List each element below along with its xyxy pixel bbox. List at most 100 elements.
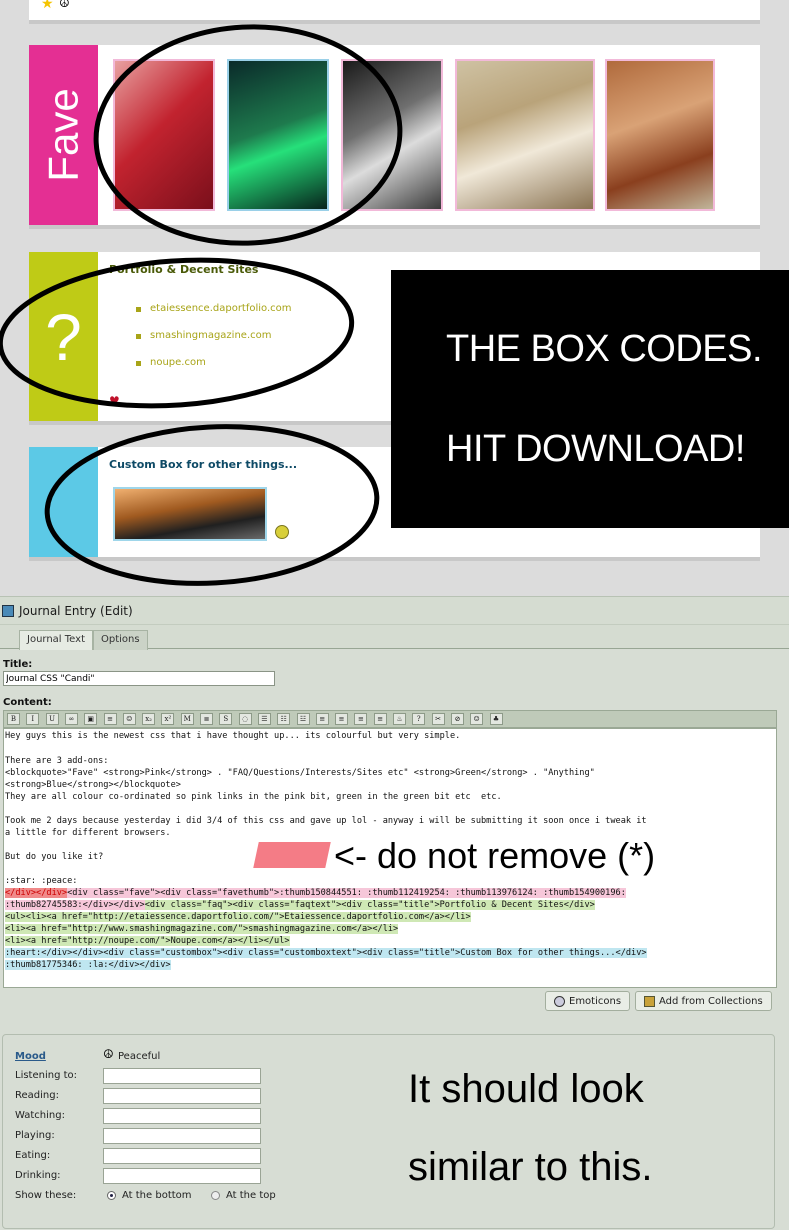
tab-journal-text[interactable]: Journal Text (19, 630, 93, 650)
text-line-9: a little for different browsers. (5, 828, 171, 838)
code-line-3: <ul><li><a href="http://etaiessence.dapo… (5, 912, 471, 923)
toolbar-button-15[interactable]: ☷ (277, 713, 291, 725)
faq-symbol: ? (45, 299, 82, 374)
content-textarea[interactable]: Hey guys this is the newest css that i h… (3, 728, 777, 988)
toolbar-button-12[interactable]: S (219, 713, 233, 725)
fave-code-end: :thumb82745583:</div></div> (5, 900, 145, 910)
toolbar-button-13[interactable]: ◌ (238, 713, 252, 725)
format-toolbar: B I U ∞ ▣ ≡ ☺ x₂ x² M ≣ S ◌ ☰ ☷ ☳ ≡ ≡ ≡ ≡ ♨? ✂ ⊘ ☺ ♣ (3, 710, 777, 728)
thumbnail-1[interactable] (113, 59, 215, 211)
toolbar-button-22[interactable]: ? (412, 713, 426, 725)
toolbar-button-17[interactable]: ≡ (315, 713, 329, 725)
toolbar-button-18[interactable]: ≡ (335, 713, 349, 725)
toolbar-button-14[interactable]: ☰ (257, 713, 271, 725)
instruction-overlay: THE BOX CODES. HIT DOWNLOAD! (391, 270, 789, 528)
toolbar-button-7[interactable]: ☺ (122, 713, 136, 725)
field-label-drinking: Drinking: (15, 1170, 61, 1181)
toolbar-button-20[interactable]: ≡ (373, 713, 387, 725)
note-line-1: It should look (408, 1067, 644, 1111)
fave-code: <div class="fave"><div class="favethumb"… (67, 888, 626, 898)
toolbar-button-26[interactable]: ♣ (489, 713, 503, 725)
fave-label: Fave (39, 88, 87, 182)
radio-bottom[interactable] (107, 1191, 116, 1200)
field-label-playing: Playing: (15, 1130, 55, 1141)
faq-link-1-code: <ul><li><a href="http://etaiessence.dapo… (5, 912, 471, 922)
watching-input[interactable] (103, 1108, 261, 1124)
custom-tab (29, 447, 98, 557)
text-line-4: <blockquote>"Fave" <strong>Pink</strong>… (5, 768, 595, 778)
text-line-1: Hey guys this is the newest css that i h… (5, 731, 461, 741)
star-icon: ★ (41, 0, 54, 12)
toolbar-button-6[interactable]: ≡ (103, 713, 117, 725)
radio-dot (110, 1194, 113, 1197)
tab-options[interactable]: Options (93, 630, 148, 650)
mood-peace-icon: ☮ (103, 1047, 114, 1061)
code-line-2: :thumb82745583:</div></div><div class="f… (5, 900, 595, 911)
fave-tab: Fave (29, 45, 98, 225)
title-input[interactable] (3, 671, 275, 686)
toolbar-button-9[interactable]: x² (161, 713, 175, 725)
site-link-2[interactable]: smashingmagazine.com (136, 330, 292, 341)
toolbar-button-3[interactable]: U (45, 713, 59, 725)
toolbar-button-24[interactable]: ⊘ (450, 713, 464, 725)
note-line-2: similar to this. (408, 1145, 653, 1189)
text-line-5: <strong>Blue</strong></blockquote> (5, 780, 181, 790)
editor-tabs: Journal Text Options (0, 625, 789, 650)
custom-thumbnail[interactable] (113, 487, 267, 541)
code-line-6: :heart:</div></div><div class="custombox… (5, 948, 647, 959)
emoticons-button[interactable]: Emoticons (545, 991, 631, 1011)
playing-input[interactable] (103, 1128, 261, 1144)
site-link-3[interactable]: noupe.com (136, 357, 292, 368)
content-label: Content: (3, 697, 52, 708)
mood-link[interactable]: Mood (15, 1051, 46, 1062)
thumbnail-4[interactable] (455, 59, 595, 211)
listening-input[interactable] (103, 1068, 261, 1084)
toolbar-button-23[interactable]: ✂ (431, 713, 445, 725)
code-line-1: </div></div><div class="fave"><div class… (5, 888, 626, 899)
faq-title: Portfolio & Decent Sites (109, 263, 259, 276)
field-label-listening: Listening to: (15, 1070, 78, 1081)
toolbar-button-21[interactable]: ♨ (393, 713, 406, 725)
toolbar-button-25[interactable]: ☺ (470, 713, 484, 725)
mood-panel: Mood ☮ Peaceful Listening to: Reading: W… (2, 1034, 775, 1229)
thumbnail-3[interactable] (341, 59, 443, 211)
editor-header: Journal Entry (Edit) (0, 597, 789, 625)
add-from-collections-button[interactable]: Add from Collections (635, 991, 772, 1011)
drinking-input[interactable] (103, 1168, 261, 1184)
toolbar-button-11[interactable]: ≣ (200, 713, 213, 725)
custombox-code: :heart:</div></div><div class="custombox… (5, 948, 647, 958)
text-line-8: Took me 2 days because yesterday i did 3… (5, 816, 647, 826)
toolbar-button-5[interactable]: ▣ (84, 713, 98, 725)
eating-input[interactable] (103, 1148, 261, 1164)
fave-box: Fave (29, 45, 760, 225)
mood-value: Peaceful (118, 1051, 161, 1062)
reading-input[interactable] (103, 1088, 261, 1104)
thumbnail-2[interactable] (227, 59, 329, 211)
thumbnail-5[interactable] (605, 59, 715, 211)
show-these-label: Show these: (15, 1190, 77, 1201)
toolbar-button-16[interactable]: ☳ (296, 713, 310, 725)
radio-top-label: At the top (226, 1190, 276, 1201)
toolbar-button-10[interactable]: M (180, 713, 194, 725)
journal-editor: Journal Entry (Edit) Journal Text Option… (0, 596, 789, 1230)
text-line-6: They are all colour co-ordinated so pink… (5, 792, 502, 802)
field-label-eating: Eating: (15, 1150, 51, 1161)
custombox-code-end: :thumb81775346: :la:</div></div> (5, 960, 171, 970)
text-line-3: There are 3 add-ons: (5, 756, 109, 766)
la-emote-icon (275, 525, 289, 539)
toolbar-button-1[interactable]: B (7, 713, 20, 725)
field-label-reading: Reading: (15, 1090, 59, 1101)
toolbar-button-2[interactable]: I (26, 713, 40, 725)
top-box: ★ ☮ (29, 0, 760, 20)
site-link-1[interactable]: etaiessence.daportfolio.com (136, 303, 292, 314)
toolbar-button-8[interactable]: x₂ (142, 713, 156, 725)
custom-title: Custom Box for other things... (109, 458, 298, 471)
toolbar-button-19[interactable]: ≡ (354, 713, 368, 725)
faq-link-3-code: <li><a href="http://noupe.com/">Noupe.co… (5, 936, 290, 946)
overlay-line-1: THE BOX CODES. (446, 328, 763, 370)
editor-title: Journal Entry (Edit) (19, 604, 133, 618)
toolbar-button-4[interactable]: ∞ (64, 713, 78, 725)
field-label-watching: Watching: (15, 1110, 65, 1121)
radio-top[interactable] (211, 1191, 220, 1200)
code-line-7: :thumb81775346: :la:</div></div> (5, 960, 171, 971)
